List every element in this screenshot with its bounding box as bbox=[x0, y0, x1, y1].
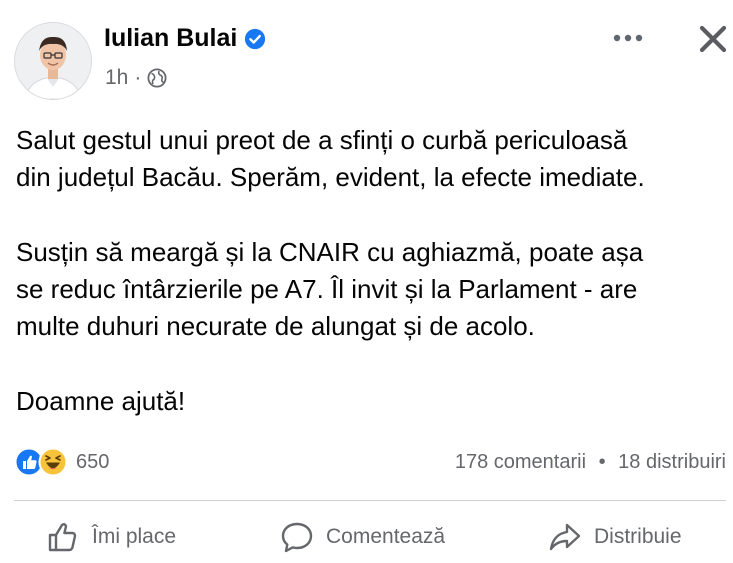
post-meta: 1h · bbox=[105, 66, 167, 90]
post-body: Salut gestul unui preot de a sfinți o cu… bbox=[16, 122, 721, 458]
post-paragraph: Susțin să meargă și la CNAIR cu aghiazmă… bbox=[16, 237, 644, 341]
reactions-count[interactable]: 650 bbox=[76, 451, 109, 474]
author-row: Iulian Bulai bbox=[104, 24, 266, 53]
like-button[interactable]: Îmi place bbox=[46, 515, 176, 559]
action-bar: Îmi place Comentează Distribuie bbox=[14, 515, 726, 559]
post-timestamp[interactable]: 1h bbox=[105, 66, 128, 90]
post-paragraph: Salut gestul unui preot de a sfinți o cu… bbox=[16, 125, 645, 192]
share-button[interactable]: Distribuie bbox=[548, 515, 682, 559]
stats-separator: • bbox=[598, 451, 606, 473]
haha-reaction-icon bbox=[38, 447, 68, 477]
more-options-icon[interactable] bbox=[610, 26, 646, 50]
shares-count[interactable]: 18 distribuiri bbox=[618, 451, 726, 473]
share-icon bbox=[549, 523, 581, 551]
author-name[interactable]: Iulian Bulai bbox=[104, 24, 237, 53]
meta-separator: · bbox=[134, 66, 142, 89]
divider bbox=[14, 500, 726, 501]
engagement-counts: 178 comentarii • 18 distribuiri bbox=[455, 451, 726, 474]
post-paragraph: Doamne ajută! bbox=[16, 386, 186, 416]
post-header: Iulian Bulai 1h · bbox=[14, 20, 727, 100]
comment-button[interactable]: Comentează bbox=[280, 515, 445, 559]
author-avatar[interactable] bbox=[14, 22, 92, 100]
comments-count[interactable]: 178 comentarii bbox=[455, 451, 586, 473]
comment-label: Comentează bbox=[326, 525, 446, 548]
post-stats: 650 178 comentarii • 18 distribuiri bbox=[14, 445, 726, 479]
verified-badge-icon bbox=[245, 28, 266, 49]
thumbs-up-icon bbox=[48, 523, 77, 552]
reactions-summary[interactable]: 650 bbox=[14, 447, 109, 477]
globe-icon[interactable] bbox=[147, 68, 167, 88]
share-label: Distribuie bbox=[594, 525, 682, 548]
close-icon[interactable] bbox=[696, 22, 730, 56]
comment-icon bbox=[281, 522, 313, 553]
like-label: Îmi place bbox=[92, 525, 177, 548]
